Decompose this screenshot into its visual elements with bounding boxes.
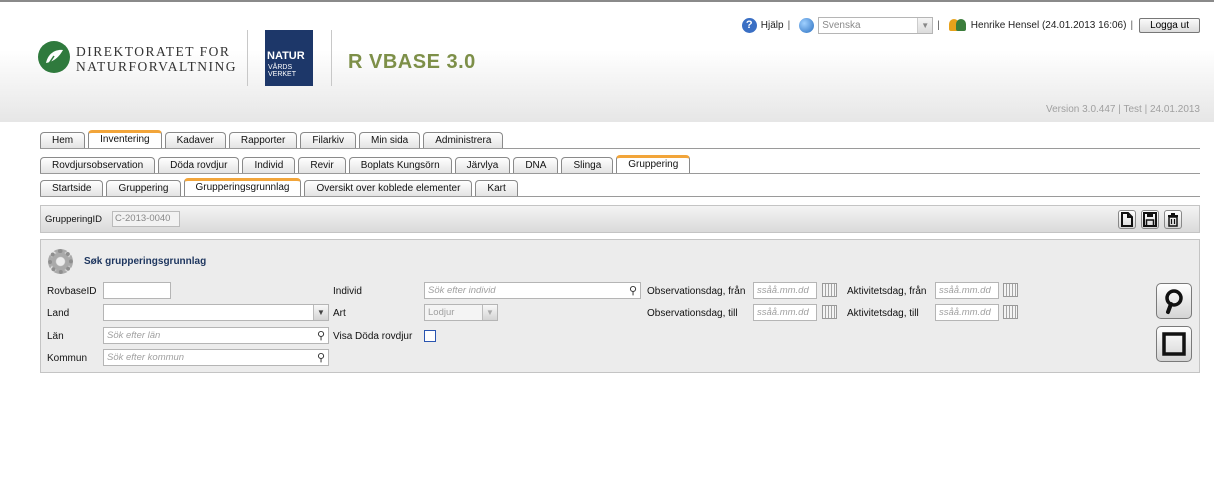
sub2-tabs: Startside Gruppering Grupperingsgrunnlag…	[40, 178, 521, 196]
main-tabs: Hem Inventering Kadaver Rapporter Filark…	[40, 130, 506, 148]
logout-button[interactable]: Logga ut	[1139, 17, 1200, 33]
lan-label: Län	[47, 331, 64, 342]
tab-administrera[interactable]: Administrera	[423, 132, 504, 148]
tab-hem[interactable]: Hem	[40, 132, 86, 148]
save-icon	[1143, 212, 1157, 227]
individ-label: Individ	[333, 286, 362, 297]
gruppering-id-label: GrupperingID	[45, 214, 103, 225]
trash-icon	[1168, 213, 1178, 227]
logo-divider	[331, 30, 332, 86]
tab-revir[interactable]: Revir	[298, 157, 346, 173]
obs-fran-label: Observationsdag, från	[647, 286, 746, 297]
individ-search-input[interactable]: Sök efter individ ⚲	[424, 282, 641, 299]
version-info: Version 3.0.447 | Test | 24.01.2013	[1045, 104, 1200, 115]
land-select[interactable]: ▼	[103, 304, 329, 321]
akt-till-label: Aktivitetsdag, till	[847, 308, 919, 319]
calendar-icon[interactable]	[822, 305, 837, 319]
new-document-button[interactable]	[1118, 210, 1136, 229]
art-select[interactable]: Lodjur ▼	[424, 304, 498, 321]
search-icon[interactable]: ⚲	[317, 351, 325, 366]
sub-tabs: Rovdjursobservation Döda rovdjur Individ…	[40, 155, 693, 173]
clear-button[interactable]	[1156, 326, 1192, 362]
help-link[interactable]: Hjälp	[761, 20, 784, 31]
users-icon	[948, 18, 967, 32]
id-toolbar: GrupperingID C-2013-0040	[40, 205, 1200, 233]
obs-till-input[interactable]: ssåå.mm.dd	[753, 304, 817, 321]
chevron-down-icon[interactable]: ▼	[482, 305, 497, 320]
tab-gruppering-sub[interactable]: Gruppering	[106, 180, 181, 196]
akt-till-input[interactable]: ssåå.mm.dd	[935, 304, 999, 321]
search-icon	[1165, 289, 1183, 314]
panel-title: Søk grupperingsgrunnlag	[84, 256, 207, 267]
language-select[interactable]: Svenska ▼	[818, 16, 934, 34]
tab-inventering[interactable]: Inventering	[88, 130, 162, 148]
tab-divider	[40, 196, 1200, 197]
kommun-search-input[interactable]: Sök efter kommun ⚲	[103, 349, 329, 366]
tab-individ[interactable]: Individ	[242, 157, 296, 173]
dn-logo-icon	[38, 41, 70, 73]
art-label: Art	[333, 308, 346, 319]
tab-filarkiv[interactable]: Filarkiv	[300, 132, 356, 148]
app-title: R VBASE 3.0	[348, 51, 476, 73]
naturvardsverket-logo: NATUR VÅRDS VERKET	[265, 30, 313, 86]
gear-icon	[48, 249, 73, 274]
akt-fran-input[interactable]: ssåå.mm.dd	[935, 282, 999, 299]
visa-doda-label: Visa Döda rovdjur	[333, 331, 413, 342]
tab-kart[interactable]: Kart	[475, 180, 518, 196]
calendar-icon[interactable]	[1003, 283, 1018, 297]
delete-button[interactable]	[1164, 210, 1182, 229]
tab-slinga[interactable]: Slinga	[561, 157, 614, 173]
chevron-down-icon[interactable]: ▼	[917, 17, 933, 33]
gruppering-id-field: C-2013-0040	[112, 211, 180, 227]
calendar-icon[interactable]	[822, 283, 837, 297]
search-button[interactable]	[1156, 283, 1192, 319]
tab-boplats-kungsorn[interactable]: Boplats Kungsörn	[348, 157, 452, 173]
user-info: Henrike Hensel (24.01.2013 16:06)	[970, 19, 1127, 31]
tab-min-sida[interactable]: Min sida	[359, 132, 421, 148]
akt-fran-label: Aktivitetsdag, från	[847, 286, 927, 297]
search-icon[interactable]: ⚲	[317, 329, 325, 344]
calendar-icon[interactable]	[1003, 305, 1018, 319]
chevron-down-icon[interactable]: ▼	[313, 305, 328, 320]
visa-doda-checkbox[interactable]	[424, 330, 436, 342]
globe-icon	[799, 17, 815, 33]
rovbaseid-label: RovbaseID	[47, 286, 97, 297]
kommun-label: Kommun	[47, 353, 88, 364]
tab-divider	[40, 148, 1200, 149]
rovbaseid-input[interactable]	[103, 282, 171, 299]
land-label: Land	[47, 308, 70, 319]
tab-rovdjursobservation[interactable]: Rovdjursobservation	[40, 157, 156, 173]
tab-doda-rovdjur[interactable]: Döda rovdjur	[158, 157, 240, 173]
top-links: ? Hjälp | Svenska ▼ | Henrike Hensel (24…	[741, 16, 1200, 34]
tab-divider	[40, 173, 1200, 174]
tab-gruppering[interactable]: Gruppering	[616, 155, 691, 173]
tab-grupperingsgrunnlag[interactable]: Grupperingsgrunnlag	[183, 178, 302, 196]
help-icon[interactable]: ?	[741, 17, 757, 33]
obs-till-label: Observationsdag, till	[647, 308, 738, 319]
search-icon[interactable]: ⚲	[629, 284, 637, 299]
tab-startside[interactable]: Startside	[40, 180, 104, 196]
obs-fran-input[interactable]: ssåå.mm.dd	[753, 282, 817, 299]
tab-oversikt[interactable]: Oversikt over koblede elementer	[304, 180, 473, 196]
tab-jarvlya[interactable]: Järvlya	[454, 157, 511, 173]
tab-kadaver[interactable]: Kadaver	[164, 132, 226, 148]
logo-divider	[247, 30, 248, 86]
save-button[interactable]	[1141, 210, 1159, 229]
new-document-icon	[1121, 212, 1133, 227]
dn-logo-text: DIREKTORATET FOR NATURFORVALTNING	[76, 44, 237, 74]
search-panel: Søk grupperingsgrunnlag RovbaseID Land ▼…	[40, 239, 1200, 373]
clear-icon	[1162, 332, 1186, 356]
tab-dna[interactable]: DNA	[513, 157, 559, 173]
tab-rapporter[interactable]: Rapporter	[228, 132, 298, 148]
lan-search-input[interactable]: Sök efter län ⚲	[103, 327, 329, 344]
